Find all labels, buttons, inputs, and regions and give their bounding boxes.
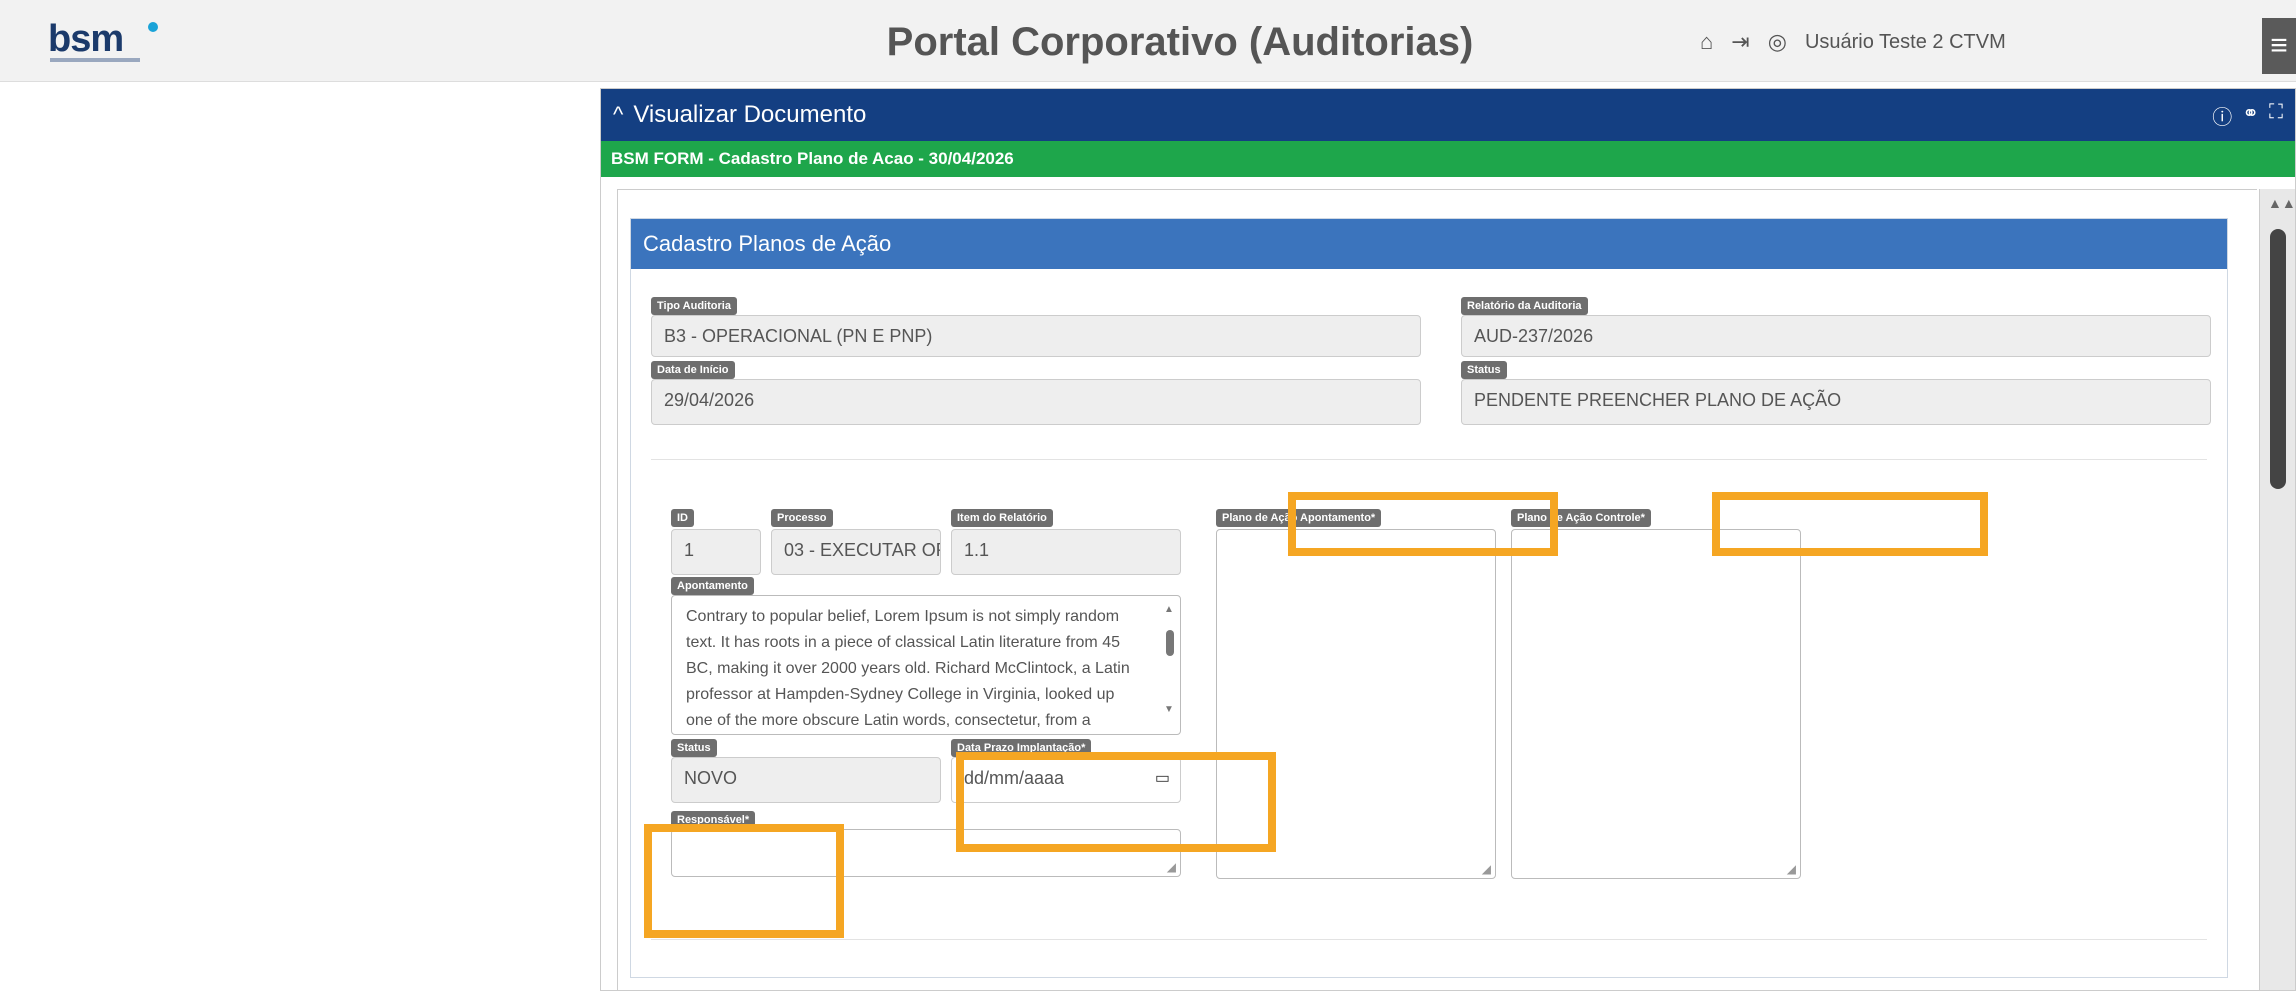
highlight-responsavel xyxy=(644,824,844,938)
id-label: ID xyxy=(671,509,694,527)
status-label: Status xyxy=(671,739,717,757)
user-icon: ◎ xyxy=(1767,29,1787,54)
top-bar: bsm Portal Corporativo (Auditorias) ⌂ ⇥ … xyxy=(0,0,2296,82)
panel-title: Visualizar Documento xyxy=(633,101,867,128)
status-top-label: Status xyxy=(1461,361,1507,379)
page-scrollbar[interactable]: ▲▲ xyxy=(2259,189,2295,990)
scroll-up-icon[interactable]: ▲▲ xyxy=(2268,195,2295,211)
logo-tagline xyxy=(50,58,140,62)
processo-label: Processo xyxy=(771,509,833,527)
home-icon[interactable]: ⌂ xyxy=(1700,29,1713,55)
app-title: Portal Corporativo (Auditorias) xyxy=(886,20,1474,64)
logo-text: bsm xyxy=(48,18,124,60)
logo-dot xyxy=(148,22,158,32)
status-top-field: PENDENTE PREENCHER PLANO DE AÇÃO xyxy=(1461,379,2211,425)
resize-handle-icon[interactable]: ◢ xyxy=(1787,862,1796,876)
highlight-data-prazo xyxy=(956,752,1276,852)
highlight-plano-controle xyxy=(1712,492,1988,556)
fullscreen-icon[interactable]: ⛶ xyxy=(2269,101,2283,130)
user-name[interactable]: Usuário Teste 2 CTVM xyxy=(1805,31,2006,54)
share-icon[interactable]: ⚭ xyxy=(2242,101,2259,130)
id-field: 1 xyxy=(671,529,761,575)
form-title-bar: BSM FORM - Cadastro Plano de Acao - 30/0… xyxy=(601,141,2295,177)
apontamento-textarea[interactable]: Contrary to popular belief, Lorem Ipsum … xyxy=(671,595,1181,735)
tipo-auditoria-field: B3 - OPERACIONAL (PN E PNP) xyxy=(651,315,1421,357)
divider xyxy=(651,459,2207,460)
resize-handle-icon[interactable]: ◢ xyxy=(1482,862,1491,876)
cadastro-card: Cadastro Planos de Ação Tipo Auditoria B… xyxy=(630,218,2228,978)
card-title: Cadastro Planos de Ação xyxy=(631,219,2227,269)
apontamento-label: Apontamento xyxy=(671,577,754,595)
plano-controle-textarea[interactable]: ◢ xyxy=(1511,529,1801,879)
top-actions: ⌂ ⇥ ◎ Usuário Teste 2 CTVM xyxy=(1700,22,2006,62)
scroll-up-icon[interactable]: ▲ xyxy=(1164,604,1174,615)
processo-field: 03 - EXECUTAR ORDEN xyxy=(771,529,941,575)
status-field: NOVO xyxy=(671,757,941,803)
data-inicio-field: 29/04/2026 xyxy=(651,379,1421,425)
scroll-down-icon[interactable]: ▼ xyxy=(1164,704,1174,715)
item-relatorio-field: 1.1 xyxy=(951,529,1181,575)
apontamento-text: Contrary to popular belief, Lorem Ipsum … xyxy=(686,608,1130,729)
apontamento-scrollbar[interactable]: ▲ ▼ xyxy=(1164,604,1176,724)
tipo-auditoria-label: Tipo Auditoria xyxy=(651,297,737,315)
form-area: Cadastro Planos de Ação Tipo Auditoria B… xyxy=(617,189,2257,990)
item-relatorio-label: Item do Relatório xyxy=(951,509,1053,527)
scroll-thumb[interactable] xyxy=(1166,630,1174,656)
scroll-thumb[interactable] xyxy=(2270,229,2286,489)
panel-header[interactable]: ^ Visualizar Documento ⓘ ⚭ ⛶ xyxy=(601,89,2295,141)
collapse-chevron-icon[interactable]: ^ xyxy=(613,102,623,128)
panel-actions: ⓘ ⚭ ⛶ xyxy=(2212,101,2283,130)
data-inicio-label: Data de Início xyxy=(651,361,735,379)
highlight-plano-apontamento xyxy=(1288,492,1558,556)
resize-handle-icon[interactable]: ◢ xyxy=(1167,860,1176,874)
divider xyxy=(651,939,2207,940)
logout-icon[interactable]: ⇥ xyxy=(1731,29,1749,55)
info-icon[interactable]: ⓘ xyxy=(2212,101,2232,130)
menu-icon[interactable]: ≡ xyxy=(2262,18,2296,74)
relatorio-field: AUD-237/2026 xyxy=(1461,315,2211,357)
relatorio-label: Relatório da Auditoria xyxy=(1461,297,1588,315)
bsm-logo: bsm xyxy=(48,18,168,66)
